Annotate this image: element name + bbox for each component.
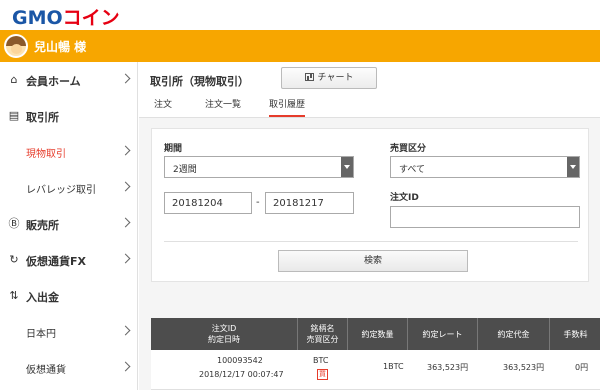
- top-bar: GMOコイン: [0, 0, 600, 30]
- order-id-input[interactable]: [390, 206, 580, 228]
- main-content: 取引所（現物取引） チャート 注文 注文一覧 取引履歴 期間 2週間 売買区分 …: [139, 62, 600, 390]
- col-symbol-side: 銘柄名 売買区分: [297, 318, 347, 350]
- chevron-right-icon: [120, 181, 131, 192]
- filter-panel: 期間 2週間 売買区分 すべて 20181204 - 20181217 注文ID…: [151, 128, 589, 282]
- page-title: 取引所（現物取引）: [150, 75, 249, 88]
- sidebar-item-crypto[interactable]: 仮想通貨: [0, 350, 138, 386]
- chevron-down-icon: [567, 157, 579, 177]
- header-quantity: 約定数量: [361, 329, 394, 339]
- home-icon: ⌂: [10, 73, 18, 86]
- sidebar-item-spot-trading[interactable]: 現物取引: [0, 134, 138, 170]
- sidebar-item-label: 会員ホーム: [26, 75, 81, 88]
- sidebar-item-label: 日本円: [26, 329, 56, 340]
- row-datetime: 2018/12/17 00:07:47: [199, 370, 284, 379]
- username: 兒山暢 様: [34, 40, 87, 54]
- chevron-right-icon: [120, 325, 131, 336]
- side-select[interactable]: すべて: [390, 156, 580, 178]
- period-label: 期間: [164, 144, 183, 154]
- history-table-header: 注文ID 約定日時 銘柄名 売買区分 約定数量 約定レート 約定代金 手数料: [151, 318, 600, 350]
- row-quantity: 1BTC: [383, 362, 404, 371]
- sidebar-item-exchange[interactable]: ▤ 取引所: [0, 98, 138, 134]
- chevron-right-icon: [120, 145, 131, 156]
- header-datetime: 約定日時: [208, 335, 240, 344]
- tab-order-list[interactable]: 注文一覧: [205, 97, 241, 117]
- chevron-down-icon: [341, 157, 353, 177]
- exchange-icon: ▤: [8, 109, 20, 122]
- sidebar-item-member-home[interactable]: ⌂ 会員ホーム: [0, 62, 138, 98]
- sidebar-item-label: 仮想通貨FX: [26, 255, 86, 268]
- side-value: すべて: [399, 165, 426, 175]
- row-amount: 363,523円: [503, 363, 545, 372]
- header-symbol: 銘柄名: [310, 324, 335, 333]
- chevron-right-icon: [120, 217, 131, 228]
- gmo-coin-logo[interactable]: GMOコイン: [12, 3, 120, 30]
- chart-icon: [304, 73, 314, 81]
- date-to-input[interactable]: 20181217: [265, 192, 354, 214]
- sidebar-item-crypto-fx[interactable]: ↻ 仮想通貨FX: [0, 242, 138, 278]
- header-amount: 約定代金: [497, 329, 530, 339]
- buy-badge: 買: [317, 369, 328, 380]
- tab-trade-history[interactable]: 取引履歴: [269, 97, 306, 117]
- sidebar-item-sales[interactable]: Ⓑ 販売所: [0, 206, 138, 242]
- sidebar-item-jpy[interactable]: 日本円: [0, 314, 138, 350]
- date-separator: -: [256, 197, 260, 208]
- header-side: 売買区分: [306, 335, 339, 344]
- sidebar-item-label: 仮想通貨: [26, 365, 66, 376]
- date-from-input[interactable]: 20181204: [164, 192, 252, 214]
- logo-gmo-text: GMO: [12, 7, 63, 29]
- logo-coin-text: コイン: [62, 7, 120, 29]
- chevron-right-icon: [120, 253, 131, 264]
- avatar[interactable]: [4, 34, 28, 58]
- sidebar-item-label: 現物取引: [26, 149, 66, 160]
- search-button[interactable]: 検索: [278, 250, 468, 272]
- deposit-icon: ⇅: [9, 289, 19, 302]
- chart-button[interactable]: チャート: [281, 67, 377, 89]
- bitcoin-icon: Ⓑ: [8, 217, 20, 230]
- sidebar-item-label: 入出金: [26, 291, 59, 304]
- col-order-id-datetime: 注文ID 約定日時: [151, 318, 297, 350]
- sidebar: ⌂ 会員ホーム ▤ 取引所 現物取引 レバレッジ取引 Ⓑ 販売所 ↻ 仮想通貨F…: [0, 62, 138, 390]
- col-quantity: 約定数量: [347, 318, 407, 350]
- header-rate: 約定レート: [422, 329, 463, 339]
- date-to-value: 20181217: [273, 198, 324, 209]
- period-value: 2週間: [173, 165, 197, 175]
- col-amount: 約定代金: [477, 318, 549, 350]
- divider: [164, 241, 578, 242]
- sidebar-item-label: 販売所: [26, 219, 59, 232]
- fx-icon: ↻: [9, 253, 19, 266]
- chevron-right-icon: [120, 361, 131, 372]
- row-rate: 363,523円: [427, 363, 469, 372]
- date-from-value: 20181204: [172, 198, 223, 209]
- main-header: 取引所（現物取引） チャート 注文 注文一覧 取引履歴: [139, 62, 600, 118]
- chevron-right-icon: [120, 73, 131, 84]
- sidebar-item-label: レバレッジ取引: [26, 185, 96, 196]
- chart-button-label: チャート: [317, 73, 354, 83]
- col-fee: 手数料: [549, 318, 600, 350]
- side-label: 売買区分: [390, 144, 427, 154]
- order-id-label: 注文ID: [390, 193, 419, 203]
- col-rate: 約定レート: [407, 318, 477, 350]
- row-fee: 0円: [575, 363, 589, 372]
- header-fee: 手数料: [563, 329, 588, 339]
- sidebar-item-deposit-withdraw[interactable]: ⇅ 入出金: [0, 278, 138, 314]
- sidebar-item-leverage-trading[interactable]: レバレッジ取引: [0, 170, 138, 206]
- row-symbol: BTC: [313, 356, 329, 365]
- tab-order[interactable]: 注文: [154, 97, 172, 117]
- sidebar-item-label: 取引所: [26, 111, 59, 124]
- row-order-id: 100093542: [217, 356, 263, 365]
- header-order-id: 注文ID: [211, 324, 237, 333]
- table-row[interactable]: 100093542 2018/12/17 00:07:47 BTC 買 1BTC…: [151, 350, 600, 390]
- period-select[interactable]: 2週間: [164, 156, 354, 178]
- user-bar: 兒山暢 様: [0, 30, 600, 62]
